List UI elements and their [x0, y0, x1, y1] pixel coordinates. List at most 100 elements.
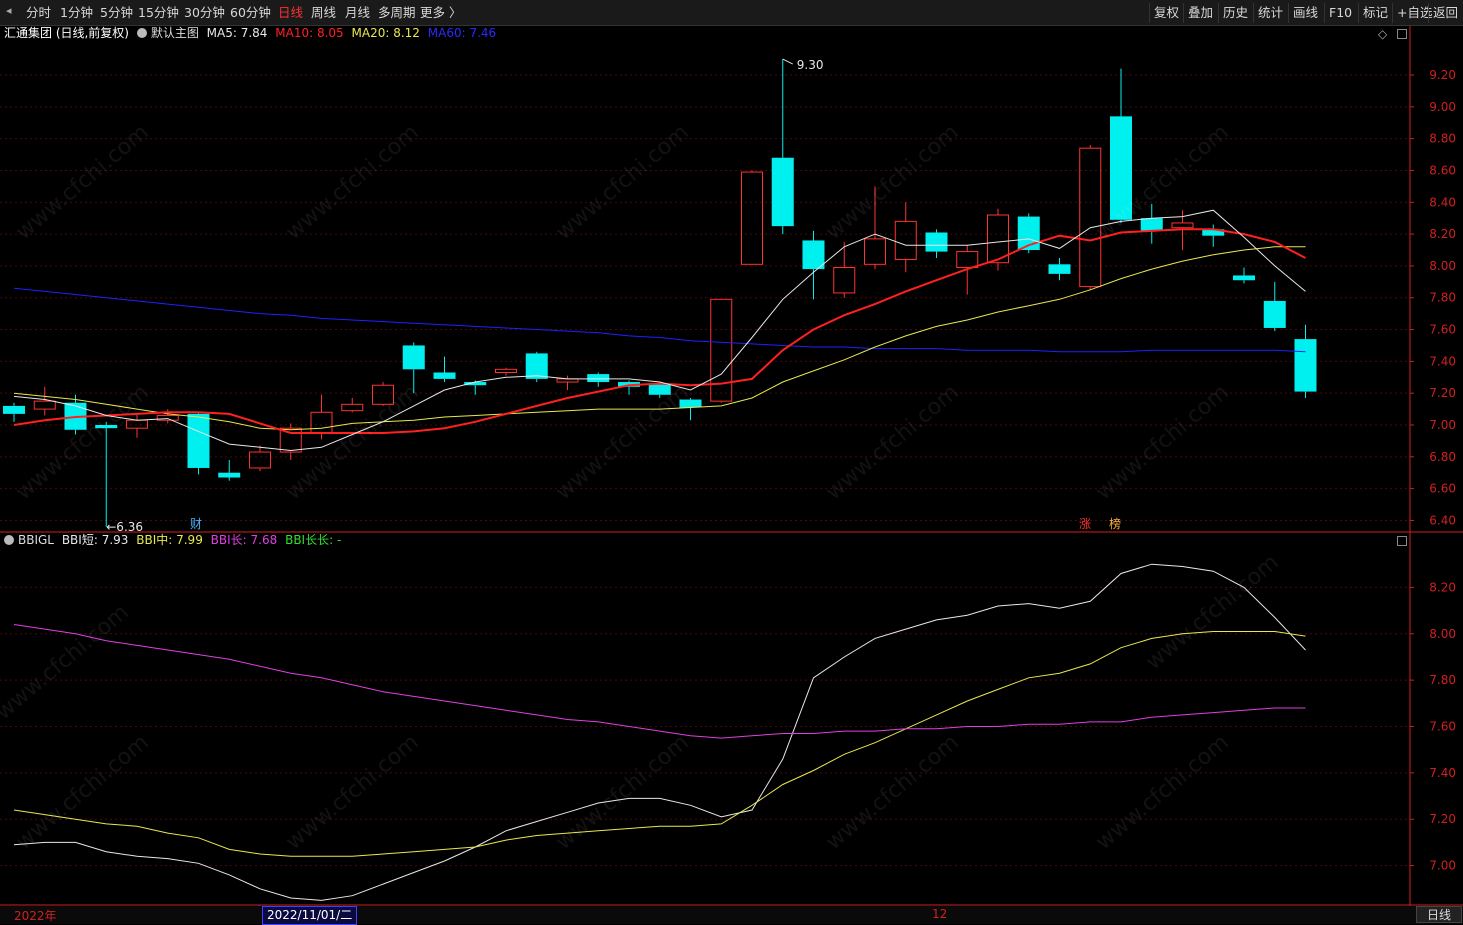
- period-tab-5[interactable]: 60分钟: [230, 4, 271, 22]
- main-tick-label: 6.40: [1429, 513, 1456, 527]
- candle-body-up: [894, 220, 917, 261]
- candle-body-down: [218, 472, 241, 478]
- main-tick-label: 6.80: [1429, 450, 1456, 464]
- candle-body-up: [372, 384, 394, 405]
- period-button[interactable]: 日线: [1416, 906, 1462, 923]
- cursor-date-label: 2022/11/01/二: [262, 906, 358, 925]
- candle-body-down: [95, 425, 118, 429]
- candle-body-down: [925, 232, 948, 252]
- candle-body-up: [279, 427, 302, 453]
- toolbar-button-8[interactable]: 返回: [1428, 3, 1462, 23]
- candle-body-up: [126, 419, 148, 429]
- period-tab-1[interactable]: 1分钟: [60, 4, 93, 22]
- main-tick-label: 8.00: [1429, 259, 1456, 273]
- candle-body-up: [156, 414, 179, 421]
- toolbar-button-0[interactable]: 复权: [1149, 3, 1183, 23]
- candle-body-up: [495, 368, 517, 373]
- ma10-line: [13, 228, 1306, 434]
- candle-body-down: [1140, 218, 1163, 231]
- period-tab-6[interactable]: 日线: [278, 4, 303, 22]
- cai-marker: 财: [190, 517, 202, 531]
- candle-body-up: [710, 298, 733, 402]
- maximize-indicator-icon[interactable]: [1397, 536, 1407, 546]
- toolbar-button-5[interactable]: F10: [1324, 3, 1356, 23]
- toolbar-button-4[interactable]: 画线: [1288, 3, 1322, 23]
- maximize-main-icon[interactable]: [1397, 29, 1407, 39]
- candle-body-down: [648, 383, 671, 395]
- toolbar-button-3[interactable]: 统计: [1253, 3, 1287, 23]
- period-tab-0[interactable]: 分时: [26, 4, 51, 22]
- ma5-value: MA5: 7.84: [206, 26, 268, 40]
- period-toolbar: ◂ 分时 1分钟 5分钟 15分钟 30分钟 60分钟 日线 周线 月线 多周期 更多 〉 复权 叠加…: [0, 0, 1463, 26]
- candle-body-up: [833, 267, 856, 294]
- candle-body-down: [187, 413, 210, 468]
- indicator-gear-icon[interactable]: [4, 535, 14, 545]
- main-tick-label: 9.00: [1429, 100, 1456, 114]
- candle-body-down: [525, 353, 548, 379]
- candle-body-up: [956, 251, 979, 269]
- x-label-month: 12: [932, 907, 948, 921]
- candle-body-down: [402, 345, 425, 370]
- indicator-header: BBIGL BBI短: 7.93 BBI中: 7.99 BBI长: 7.68 B…: [4, 533, 341, 547]
- main-tick-label: 7.40: [1429, 354, 1456, 368]
- period-tab-7[interactable]: 周线: [311, 4, 336, 22]
- candle-body-up: [341, 403, 364, 412]
- candle-body-down: [587, 374, 610, 383]
- candle-body-down: [679, 399, 702, 408]
- candle-body-up: [741, 171, 763, 265]
- bbi-line-2: [13, 624, 1306, 739]
- main-tick-label: 7.20: [1429, 386, 1456, 400]
- ind-tick-label: 8.00: [1429, 627, 1456, 641]
- toolbar-button-6[interactable]: 标记: [1358, 3, 1392, 23]
- main-chart-header: 汇通集团 (日线,前复权) 默认主图 MA5: 7.84 MA10: 8.05 …: [4, 26, 496, 40]
- bbi-mid-value: BBI中: 7.99: [136, 533, 203, 547]
- main-template-label[interactable]: 默认主图: [151, 26, 199, 40]
- candle-body-up: [1171, 222, 1194, 229]
- period-tab-4[interactable]: 30分钟: [184, 4, 225, 22]
- toolbar-button-2[interactable]: 历史: [1218, 3, 1252, 23]
- candle-body-up: [249, 451, 271, 469]
- high-label: 9.30: [797, 58, 824, 72]
- diamond-icon[interactable]: ◇: [1378, 27, 1387, 41]
- main-tick-label: 8.20: [1429, 227, 1456, 241]
- period-tab-3[interactable]: 15分钟: [138, 4, 179, 22]
- period-tab-10[interactable]: 更多 〉: [420, 4, 461, 22]
- main-tick-label: 8.40: [1429, 195, 1456, 209]
- candle-body-down: [3, 405, 25, 414]
- settings-gear-icon[interactable]: [136, 28, 147, 38]
- kline-chart-area[interactable]: 9.20 9.00 8.80 8.60 8.40 8.20 8.00 7.80 7.60 7.40…: [0, 26, 1463, 906]
- ind-tick-label: 7.80: [1429, 673, 1456, 687]
- low-label: ←6.36: [106, 520, 143, 534]
- ind-tick-label: 7.40: [1429, 766, 1456, 780]
- candle-body-up: [310, 411, 333, 434]
- candle-body-down: [1110, 116, 1132, 220]
- main-tick-label: 8.80: [1429, 132, 1456, 146]
- main-tick-label: 6.60: [1429, 482, 1456, 496]
- period-tab-9[interactable]: 多周期: [378, 4, 416, 22]
- ind-tick-label: 8.20: [1429, 580, 1456, 594]
- indicator-name[interactable]: BBIGL: [18, 533, 54, 547]
- candle-body-down: [433, 372, 456, 379]
- toolbar-button-1[interactable]: 叠加: [1183, 3, 1217, 23]
- ma60-value: MA60: 7.46: [427, 26, 497, 40]
- candle-body-down: [771, 157, 794, 227]
- bbi-long-value: BBI长: 7.68: [210, 533, 278, 547]
- main-tick-label: 8.60: [1429, 163, 1456, 177]
- ind-tick-label: 7.20: [1429, 812, 1456, 826]
- scroll-left-icon[interactable]: ◂: [6, 4, 12, 17]
- bbi-line-0: [13, 563, 1306, 901]
- zhang-marker: 涨: [1079, 516, 1091, 531]
- bang-marker: 榜: [1109, 516, 1121, 531]
- stock-title: 汇通集团 (日线,前复权): [4, 26, 129, 40]
- candle-body-up: [33, 400, 56, 410]
- bbi-short-value: BBI短: 7.93: [61, 533, 129, 547]
- main-tick-label: 7.60: [1429, 323, 1456, 337]
- period-tab-2[interactable]: 5分钟: [100, 4, 133, 22]
- x-label-year: 2022年: [14, 909, 57, 923]
- ma10-value: MA10: 8.05: [275, 26, 344, 40]
- candle-body-down: [1048, 264, 1071, 274]
- period-tab-8[interactable]: 月线: [345, 4, 370, 22]
- candle-body-down: [1263, 300, 1286, 328]
- candle-body-down: [1233, 275, 1255, 281]
- ma20-line: [13, 246, 1306, 431]
